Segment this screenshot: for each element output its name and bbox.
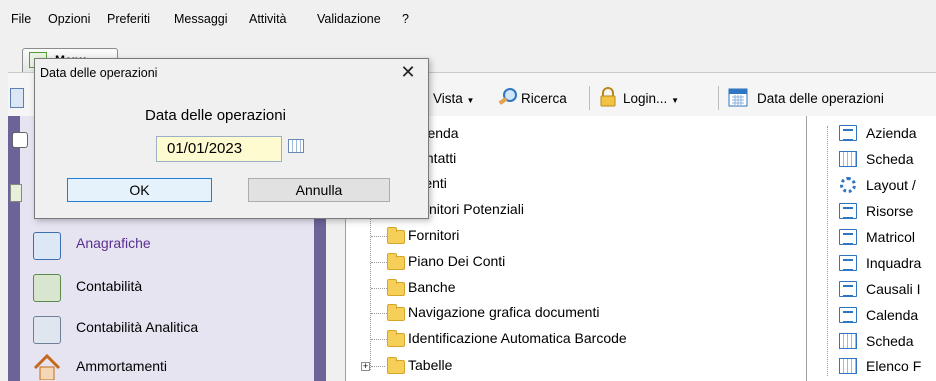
calendar-picker-icon[interactable] — [288, 139, 304, 153]
right-tree-item[interactable]: Scheda — [866, 333, 913, 349]
ricerca-icon — [498, 88, 517, 105]
tree-connector — [371, 236, 387, 237]
vista-button[interactable]: Vista ▼ — [433, 91, 474, 106]
menu-messaggi[interactable]: Messaggi — [174, 12, 228, 26]
tree-connector — [371, 288, 387, 289]
form-icon — [839, 281, 857, 297]
lock-icon — [600, 87, 616, 107]
right-tree-item[interactable]: Scheda — [866, 151, 913, 167]
folder-icon — [387, 357, 405, 374]
vista-label: Vista — [433, 91, 463, 106]
form-icon — [839, 203, 857, 219]
menu-attivita[interactable]: Attività — [249, 12, 287, 26]
menu-help[interactable]: ? — [402, 12, 409, 26]
login-button[interactable]: Login... ▼ — [623, 91, 679, 106]
tree-item-identificazione-barcode[interactable]: Identificazione Automatica Barcode — [408, 330, 627, 346]
right-tree-item[interactable]: Matricol — [866, 229, 915, 245]
right-tree-item[interactable]: Risorse — [866, 203, 913, 219]
right-tree-item[interactable]: Layout / — [866, 177, 916, 193]
right-tree-item[interactable]: Calenda — [866, 307, 918, 323]
tree-connector — [371, 366, 385, 367]
right-tree-item[interactable]: Azienda — [866, 125, 917, 141]
menu-file[interactable]: File — [11, 12, 31, 26]
login-dropdown-icon: ▼ — [671, 96, 679, 105]
menu-preferiti[interactable]: Preferiti — [107, 12, 150, 26]
ok-button[interactable]: OK — [67, 178, 212, 202]
folder-icon — [387, 330, 405, 347]
gear-icon — [840, 177, 856, 193]
sidebar-item-contabilita[interactable]: Contabilità — [76, 278, 142, 294]
right-tree-item[interactable]: Causali I — [866, 281, 920, 297]
form-icon — [839, 125, 857, 141]
calculator-money-icon — [33, 274, 61, 302]
menubar: File Opzioni Preferiti Messaggi Attività… — [0, 0, 936, 38]
grid-icon — [839, 358, 857, 374]
tree-expand-icon[interactable]: + — [361, 362, 370, 371]
dialog-title: Data delle operazioni — [40, 66, 158, 80]
form-icon — [839, 255, 857, 271]
cancel-button[interactable]: Annulla — [248, 178, 390, 202]
tree-item-fornitori[interactable]: Fornitori — [408, 227, 459, 243]
form-icon — [839, 307, 857, 323]
tree-connector — [371, 262, 387, 263]
tree-connector — [371, 339, 387, 340]
dialog-heading: Data delle operazioni — [145, 107, 286, 124]
vista-dropdown-icon: ▼ — [466, 96, 475, 105]
data-operazioni-button[interactable]: Data delle operazioni — [757, 91, 884, 106]
document-icon — [10, 184, 22, 202]
tree-connector — [827, 126, 828, 376]
calculator-chart-icon — [33, 316, 61, 344]
tree-item-banche[interactable]: Banche — [408, 279, 455, 295]
tree-connector — [371, 313, 387, 314]
sidebar-item-ammortamenti[interactable]: Ammortamenti — [76, 358, 167, 374]
calendar-icon — [728, 88, 748, 107]
login-label: Login... — [623, 91, 668, 106]
sidebar-item-contabilita-analitica[interactable]: Contabilità Analitica — [76, 319, 198, 335]
date-input[interactable]: 01/01/2023 — [156, 136, 282, 162]
toolbar-document-icon[interactable] — [10, 88, 24, 108]
people-card-icon — [33, 232, 61, 260]
folder-icon — [387, 227, 405, 244]
close-icon[interactable]: ✕ — [398, 62, 418, 82]
menu-opzioni[interactable]: Opzioni — [48, 12, 90, 26]
form-icon — [839, 229, 857, 245]
toolbar-separator — [589, 86, 590, 110]
menu-validazione[interactable]: Validazione — [317, 12, 381, 26]
folder-icon — [387, 279, 405, 296]
toolbar-separator — [718, 86, 719, 110]
tree-item-tabelle[interactable]: Tabelle — [408, 357, 452, 373]
folder-icon — [387, 253, 405, 270]
right-tree-item[interactable]: Elenco F — [866, 358, 921, 374]
ricerca-button[interactable]: Ricerca — [521, 91, 567, 106]
sidebar-item-anagrafiche[interactable]: Anagrafiche — [76, 235, 151, 251]
grid-icon — [839, 151, 857, 167]
grid-icon — [839, 333, 857, 349]
folder-icon — [387, 304, 405, 321]
clock-icon — [12, 132, 28, 148]
right-tree-item[interactable]: Inquadra — [866, 255, 921, 271]
house-icon — [33, 353, 61, 380]
tree-item-navigazione-grafica[interactable]: Navigazione grafica documenti — [408, 304, 599, 320]
tree-item-piano-dei-conti[interactable]: Piano Dei Conti — [408, 253, 505, 269]
